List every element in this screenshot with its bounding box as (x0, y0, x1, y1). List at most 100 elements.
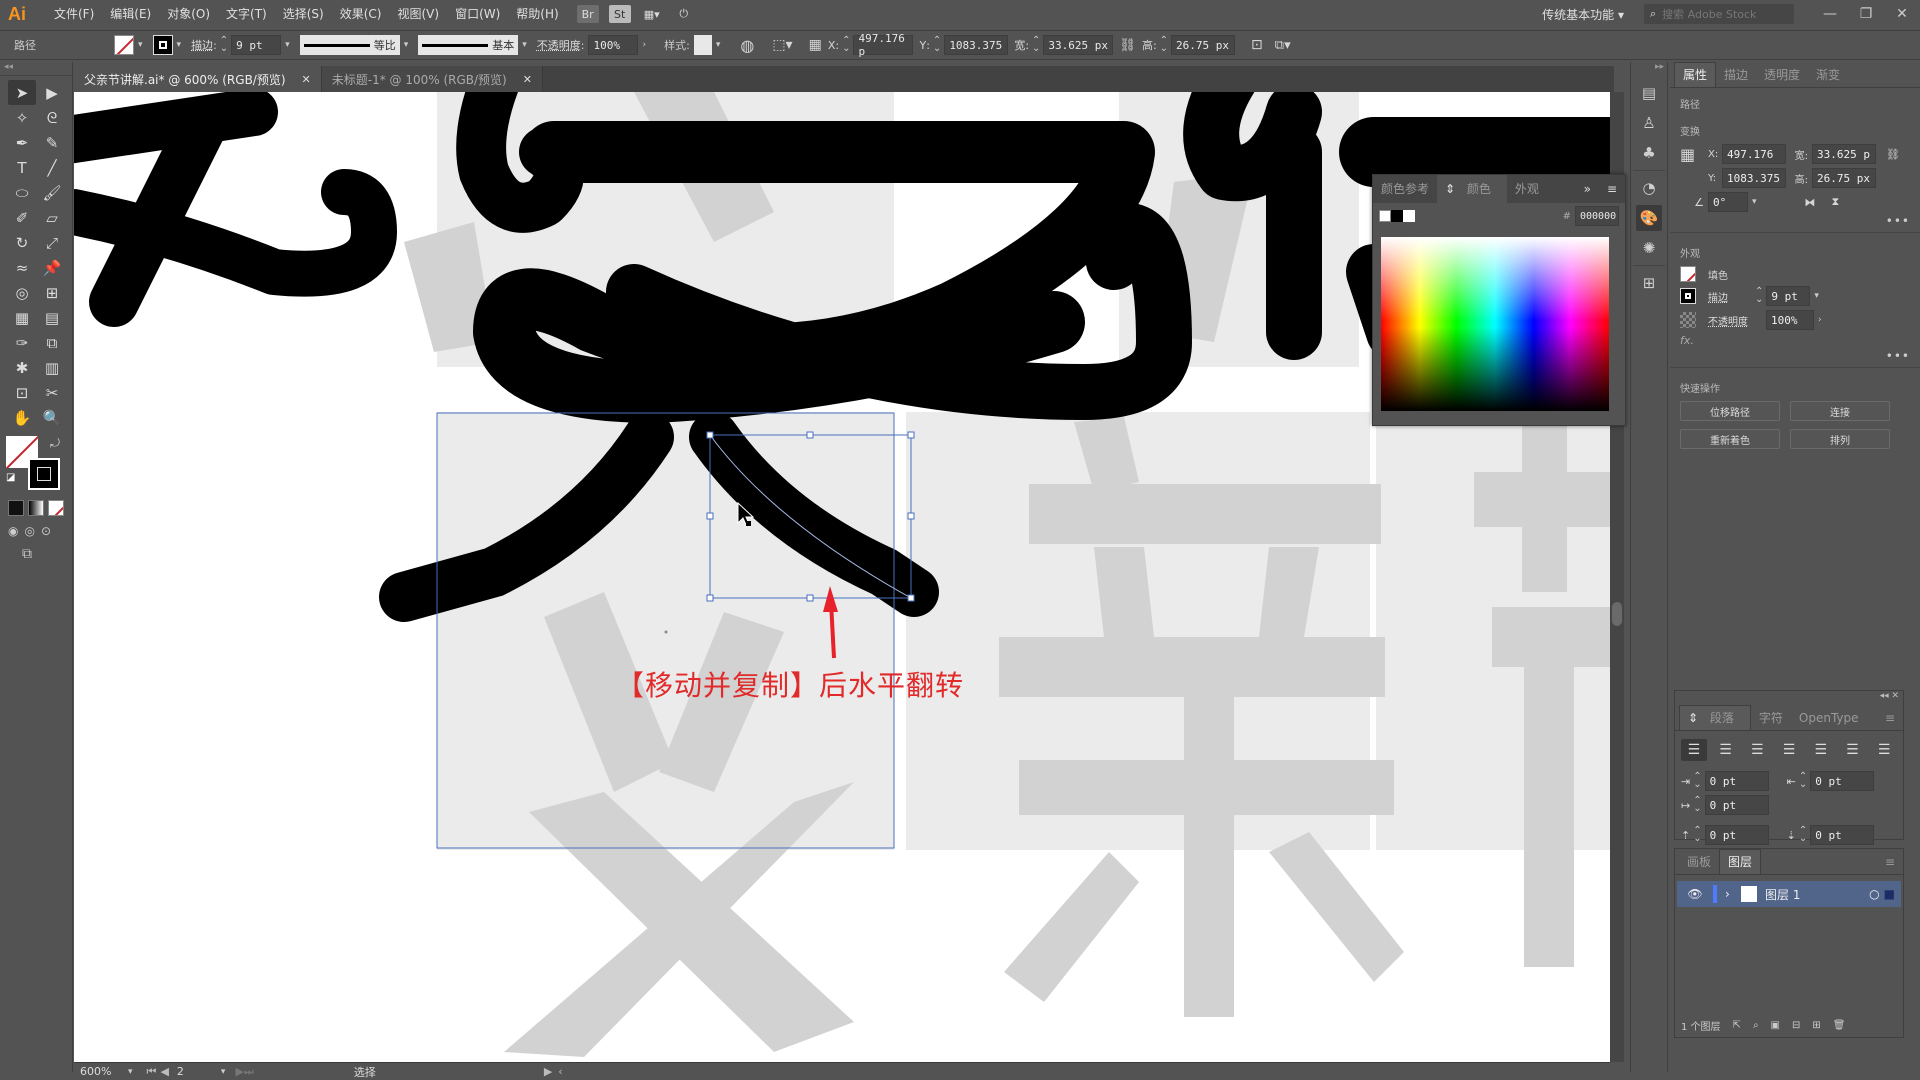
width-input[interactable]: 33.625 p (1812, 144, 1876, 164)
fill-swatch[interactable] (114, 35, 134, 55)
appearance-icon[interactable]: ✺ (1636, 235, 1662, 261)
zoom-tool-icon[interactable]: 🔍 (38, 405, 66, 430)
transform-icon[interactable]: ⊡ (1251, 37, 1263, 53)
chevron-down-icon[interactable]: ▾ (177, 40, 182, 50)
first-line-indent-stepper[interactable]: ⌃ ⌄ (1693, 796, 1701, 814)
tab-character[interactable]: 字符 (1751, 706, 1791, 730)
flip-vertical-icon[interactable]: ⧗ (1832, 195, 1840, 209)
join-button[interactable]: 连接 (1790, 401, 1890, 421)
space-before-stepper[interactable]: ⌃ ⌄ (1693, 826, 1701, 844)
color-mode-icon[interactable] (8, 500, 24, 516)
x-input[interactable]: 497.176 (1722, 144, 1786, 164)
tab-paragraph[interactable]: ⇕ 段落 (1679, 705, 1751, 730)
tab-artboards[interactable]: 画板 (1679, 850, 1719, 874)
opacity-label[interactable]: 不透明度 (537, 37, 581, 53)
bridge-icon[interactable]: Br (576, 5, 599, 23)
locate-object-icon[interactable]: ⌕ (1753, 1020, 1759, 1031)
space-before-input[interactable]: 0 pt (1704, 825, 1769, 845)
constrain-proportions-icon[interactable]: ⛓ (1886, 148, 1900, 161)
magic-wand-tool-icon[interactable]: ✧ (8, 105, 36, 130)
chevron-down-icon[interactable]: ▾ (221, 1067, 226, 1077)
left-indent-stepper[interactable]: ⌃ ⌄ (1693, 772, 1701, 790)
white-swatch[interactable] (1403, 210, 1415, 222)
direct-selection-tool-icon[interactable]: ▶ (38, 80, 66, 105)
justify-center-icon[interactable]: ☰ (1808, 739, 1834, 761)
status-menu-icon[interactable]: ▶ (544, 1065, 552, 1078)
draw-inside-icon[interactable]: ⊙ (41, 524, 51, 538)
stroke-color-swatch[interactable] (28, 458, 60, 490)
transform-panel-icon[interactable]: ⊞ (1636, 270, 1662, 296)
tab-gradient[interactable]: 渐变 (1808, 63, 1848, 87)
chevron-down-icon[interactable]: ▾ (138, 40, 143, 50)
libraries-icon[interactable]: ▤ (1636, 80, 1662, 106)
menu-view[interactable]: 视图(V) (389, 0, 447, 28)
stroke-label[interactable]: 描边 (1708, 289, 1752, 304)
selection-tool-icon[interactable]: ➤ (8, 80, 36, 105)
stroke-swatch[interactable] (1680, 288, 1696, 304)
panel-menu-icon[interactable]: ≡ (1599, 175, 1625, 203)
none-swatch[interactable] (1379, 210, 1391, 222)
tab-layers[interactable]: 图层 (1719, 849, 1762, 874)
recolor-artwork-icon[interactable]: ◍ (740, 36, 754, 55)
symbols-icon[interactable]: ♣ (1636, 140, 1662, 166)
color-spectrum[interactable] (1381, 237, 1609, 411)
eyedropper-tool-icon[interactable]: ✑ (8, 330, 36, 355)
menu-effect[interactable]: 效果(C) (332, 0, 390, 28)
constrain-proportions-icon[interactable]: ⛓ (1119, 38, 1136, 53)
chevron-down-icon[interactable]: ▾ (285, 40, 290, 50)
offset-path-button[interactable]: 位移路径 (1680, 401, 1780, 421)
stock-search-input[interactable]: ⌕ 搜索 Adobe Stock (1644, 4, 1794, 24)
stroke-weight-stepper[interactable]: ⌃ ⌄ (1755, 287, 1763, 305)
justify-all-icon[interactable]: ☰ (1871, 739, 1897, 761)
panel-collapse-close[interactable]: ◂◂ ✕ (1675, 691, 1903, 705)
layer-row[interactable]: 👁 › 图层 1 ○ ■ (1677, 881, 1901, 907)
opacity-input[interactable]: 100% (588, 35, 639, 55)
rotate-tool-icon[interactable]: ↻ (8, 230, 36, 255)
selected-art-indicator[interactable]: ■ (1884, 887, 1895, 901)
gpu-performance-icon[interactable]: ⏻ (673, 5, 695, 23)
rotate-angle-input[interactable]: 0° (1708, 192, 1748, 212)
align-right-icon[interactable]: ☰ (1744, 739, 1770, 761)
stroke-weight-input[interactable]: 9 pt (231, 35, 282, 55)
chevron-right-icon[interactable]: › (642, 40, 646, 50)
black-swatch[interactable] (1391, 210, 1403, 222)
menu-help[interactable]: 帮助(H) (508, 0, 566, 28)
blend-tool-icon[interactable]: ⧉ (38, 330, 66, 355)
close-tab-icon[interactable]: ✕ (523, 73, 532, 86)
paintbrush-tool-icon[interactable]: 🖌 (38, 180, 66, 205)
tab-appearance[interactable]: 外观 (1507, 175, 1547, 203)
y-input[interactable]: 1083.375 (1722, 168, 1786, 188)
visibility-eye-icon[interactable]: 👁 (1677, 887, 1713, 901)
workspace-switcher[interactable]: 传统基本功能 ▾ (1542, 6, 1624, 23)
panel-expand-icon[interactable]: ▸▸ (1631, 62, 1667, 76)
reference-point-icon[interactable]: ▦ (1680, 145, 1708, 164)
gradient-mode-icon[interactable] (28, 500, 44, 516)
slice-tool-icon[interactable]: ✂ (38, 380, 66, 405)
panel-menu-icon[interactable]: ≡ (1877, 850, 1903, 874)
tab-stroke[interactable]: 描边 (1716, 63, 1756, 87)
tab-color[interactable]: ⇕ 颜色 (1437, 175, 1507, 203)
puppet-warp-tool-icon[interactable]: 📌 (38, 255, 66, 280)
reference-point-icon[interactable]: ▦ (809, 37, 822, 53)
tab-document-1[interactable]: 父亲节讲解.ai* @ 600% (RGB/预览) ✕ (74, 66, 322, 92)
draw-behind-icon[interactable]: ◎ (24, 524, 34, 538)
tab-color-guide[interactable]: 颜色参考 (1373, 175, 1437, 203)
line-tool-icon[interactable]: ╱ (38, 155, 66, 180)
variable-width-profile[interactable]: 等比 (299, 35, 400, 55)
justify-right-icon[interactable]: ☰ (1840, 739, 1866, 761)
menu-file[interactable]: 文件(F) (46, 0, 102, 28)
brushes-icon[interactable]: ♙ (1636, 110, 1662, 136)
scroll-left-icon[interactable]: ‹ (558, 1065, 562, 1078)
hex-input[interactable]: 000000 (1575, 206, 1619, 226)
shaper-tool-icon[interactable]: ✐ (8, 205, 36, 230)
right-indent-input[interactable]: 0 pt (1810, 771, 1875, 791)
height-input[interactable]: 26.75 px (1171, 35, 1236, 55)
stock-icon[interactable]: St (608, 5, 631, 23)
height-stepper[interactable]: ⌃ ⌄ (1160, 36, 1168, 54)
draw-normal-icon[interactable]: ◉ (8, 524, 18, 538)
y-input[interactable]: 1083.375 (944, 35, 1009, 55)
panel-expand-icon[interactable]: » (1576, 175, 1599, 203)
none-mode-icon[interactable] (48, 500, 64, 516)
expand-layer-icon[interactable]: › (1725, 887, 1741, 901)
shape-builder-tool-icon[interactable]: ◎ (8, 280, 36, 305)
